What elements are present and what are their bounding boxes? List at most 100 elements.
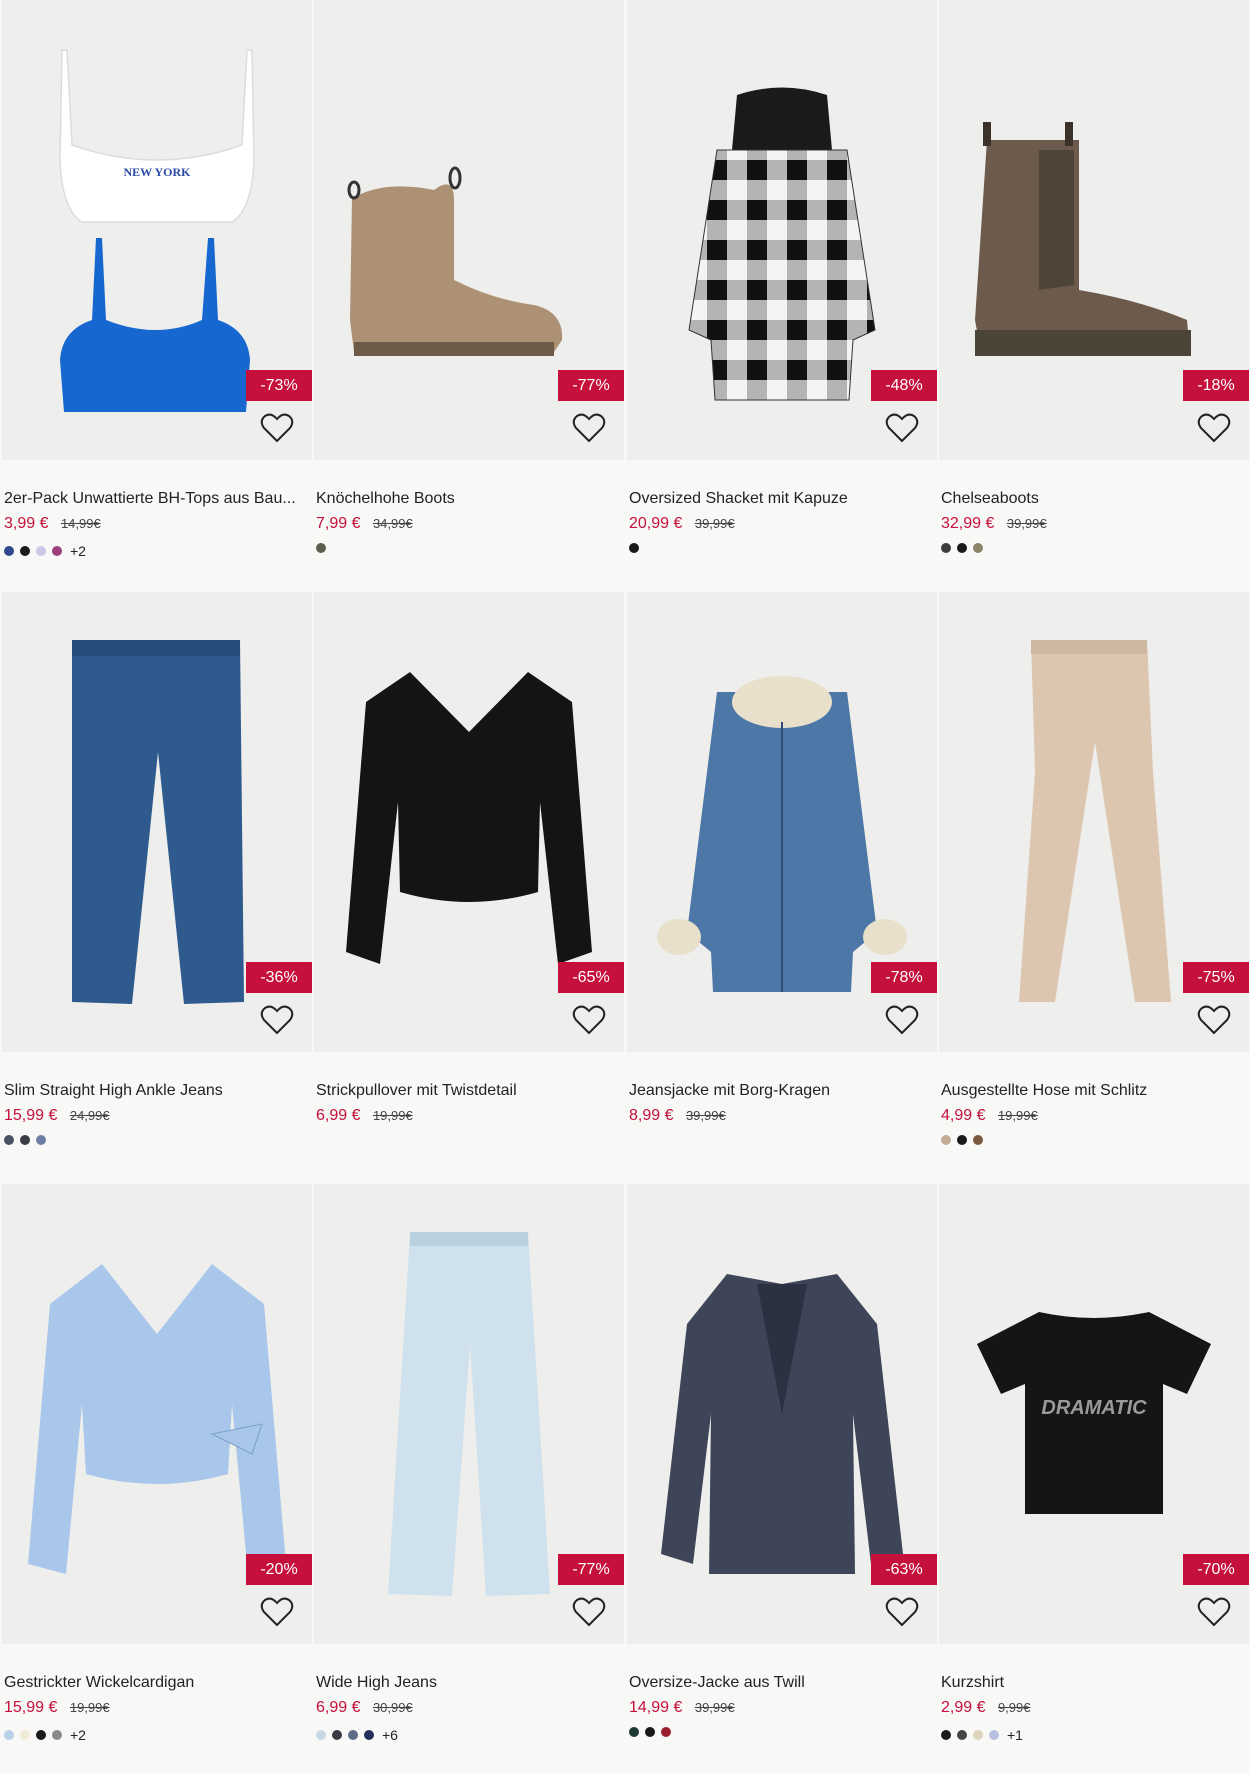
product-card[interactable]: -48% Oversized Shacket mit Kapuze 20,99 … xyxy=(627,0,937,590)
product-card[interactable]: -36% Slim Straight High Ankle Jeans 15,9… xyxy=(2,592,312,1182)
color-swatch[interactable] xyxy=(973,543,983,553)
product-card[interactable]: -77% Wide High Jeans 6,99 € 30,99€ +6 xyxy=(314,1184,624,1774)
color-swatch[interactable] xyxy=(20,1135,30,1145)
color-swatch[interactable] xyxy=(941,1135,951,1145)
product-image[interactable]: -63% xyxy=(627,1184,937,1644)
discount-badge: -70% xyxy=(1183,1554,1249,1585)
product-card[interactable]: NEW YORK -73% 2er-Pack Unwattierte BH-To… xyxy=(2,0,312,590)
product-image[interactable]: -18% xyxy=(939,0,1249,460)
color-swatch[interactable] xyxy=(52,1730,62,1740)
color-swatch[interactable] xyxy=(973,1730,983,1740)
product-title[interactable]: Oversize-Jacke aus Twill xyxy=(629,1674,935,1692)
price-row: 3,99 € 14,99€ xyxy=(4,515,101,533)
product-image[interactable]: -77% xyxy=(314,0,624,460)
color-swatch[interactable] xyxy=(52,546,62,556)
more-colors-count[interactable]: +2 xyxy=(70,1727,86,1743)
product-title[interactable]: Ausgestellte Hose mit Schlitz xyxy=(941,1082,1247,1100)
favorite-heart-icon[interactable] xyxy=(885,1004,919,1036)
more-colors-count[interactable]: +2 xyxy=(70,543,86,559)
product-title[interactable]: Kurzshirt xyxy=(941,1674,1247,1692)
product-card[interactable]: DRAMATIC -70% Kurzshirt 2,99 € 9,99€ +1 xyxy=(939,1184,1249,1774)
color-swatch[interactable] xyxy=(36,1135,46,1145)
original-price: 39,99€ xyxy=(1006,516,1047,531)
color-swatch[interactable] xyxy=(645,1727,655,1737)
color-swatch[interactable] xyxy=(316,1730,326,1740)
color-swatches xyxy=(4,1135,52,1145)
color-swatch[interactable] xyxy=(348,1730,358,1740)
color-swatch[interactable] xyxy=(957,1730,967,1740)
favorite-heart-icon[interactable] xyxy=(885,412,919,444)
favorite-heart-icon[interactable] xyxy=(260,1596,294,1628)
product-title[interactable]: Jeansjacke mit Borg-Kragen xyxy=(629,1082,935,1100)
favorite-heart-icon[interactable] xyxy=(885,1596,919,1628)
product-title[interactable]: Strickpullover mit Twistdetail xyxy=(316,1082,622,1100)
favorite-heart-icon[interactable] xyxy=(572,412,606,444)
color-swatches: +2 xyxy=(4,1727,86,1743)
original-price: 39,99€ xyxy=(694,516,735,531)
product-title[interactable]: 2er-Pack Unwattierte BH-Tops aus Bau... xyxy=(4,490,310,508)
favorite-heart-icon[interactable] xyxy=(572,1004,606,1036)
product-image[interactable]: -20% xyxy=(2,1184,312,1644)
more-colors-count[interactable]: +1 xyxy=(1007,1727,1023,1743)
product-image[interactable]: -36% xyxy=(2,592,312,1052)
product-card[interactable]: -63% Oversize-Jacke aus Twill 14,99 € 39… xyxy=(627,1184,937,1774)
color-swatch[interactable] xyxy=(4,1730,14,1740)
discount-badge: -78% xyxy=(871,962,937,993)
color-swatches xyxy=(941,1135,989,1145)
sale-price: 15,99 € xyxy=(4,1699,58,1716)
product-title[interactable]: Wide High Jeans xyxy=(316,1674,622,1692)
price-row: 14,99 € 39,99€ xyxy=(629,1699,735,1717)
product-image[interactable]: -77% xyxy=(314,1184,624,1644)
sale-price: 32,99 € xyxy=(941,515,995,532)
color-swatch[interactable] xyxy=(4,546,14,556)
favorite-heart-icon[interactable] xyxy=(260,412,294,444)
color-swatch[interactable] xyxy=(629,543,639,553)
color-swatch[interactable] xyxy=(36,1730,46,1740)
color-swatch[interactable] xyxy=(973,1135,983,1145)
product-title[interactable]: Chelseaboots xyxy=(941,490,1247,508)
color-swatch[interactable] xyxy=(957,543,967,553)
favorite-heart-icon[interactable] xyxy=(1197,1004,1231,1036)
color-swatch[interactable] xyxy=(36,546,46,556)
color-swatch[interactable] xyxy=(364,1730,374,1740)
product-card[interactable]: -75% Ausgestellte Hose mit Schlitz 4,99 … xyxy=(939,592,1249,1182)
color-swatch[interactable] xyxy=(957,1135,967,1145)
color-swatch[interactable] xyxy=(4,1135,14,1145)
product-image[interactable]: -78% xyxy=(627,592,937,1052)
favorite-heart-icon[interactable] xyxy=(572,1596,606,1628)
product-card[interactable]: -18% Chelseaboots 32,99 € 39,99€ xyxy=(939,0,1249,590)
tshirt-print: DRAMATIC xyxy=(1041,1397,1147,1419)
favorite-heart-icon[interactable] xyxy=(1197,412,1231,444)
product-title[interactable]: Gestrickter Wickelcardigan xyxy=(4,1674,310,1692)
color-swatch[interactable] xyxy=(332,1730,342,1740)
price-row: 15,99 € 19,99€ xyxy=(4,1699,110,1717)
product-card[interactable]: -77% Knöchelhohe Boots 7,99 € 34,99€ xyxy=(314,0,624,590)
product-grid: NEW YORK -73% 2er-Pack Unwattierte BH-To… xyxy=(0,0,1250,1773)
color-swatch[interactable] xyxy=(20,1730,30,1740)
product-image[interactable]: NEW YORK -73% xyxy=(2,0,312,460)
color-swatch[interactable] xyxy=(941,543,951,553)
product-image[interactable]: -65% xyxy=(314,592,624,1052)
color-swatch[interactable] xyxy=(941,1730,951,1740)
product-title[interactable]: Oversized Shacket mit Kapuze xyxy=(629,490,935,508)
product-card[interactable]: -20% Gestrickter Wickelcardigan 15,99 € … xyxy=(2,1184,312,1774)
color-swatch[interactable] xyxy=(629,1727,639,1737)
color-swatch[interactable] xyxy=(316,543,326,553)
color-swatch[interactable] xyxy=(20,546,30,556)
product-image[interactable]: -75% xyxy=(939,592,1249,1052)
product-title[interactable]: Knöchelhohe Boots xyxy=(316,490,622,508)
discount-badge: -77% xyxy=(558,370,624,401)
color-swatch[interactable] xyxy=(989,1730,999,1740)
favorite-heart-icon[interactable] xyxy=(1197,1596,1231,1628)
product-image[interactable]: DRAMATIC -70% xyxy=(939,1184,1249,1644)
favorite-heart-icon[interactable] xyxy=(260,1004,294,1036)
product-card[interactable]: -78% Jeansjacke mit Borg-Kragen 8,99 € 3… xyxy=(627,592,937,1182)
sale-price: 14,99 € xyxy=(629,1699,683,1716)
color-swatch[interactable] xyxy=(661,1727,671,1737)
product-title[interactable]: Slim Straight High Ankle Jeans xyxy=(4,1082,310,1100)
product-card[interactable]: -65% Strickpullover mit Twistdetail 6,99… xyxy=(314,592,624,1182)
original-price: 19,99€ xyxy=(69,1700,110,1715)
original-price: 39,99€ xyxy=(694,1700,735,1715)
more-colors-count[interactable]: +6 xyxy=(382,1727,398,1743)
product-image[interactable]: -48% xyxy=(627,0,937,460)
